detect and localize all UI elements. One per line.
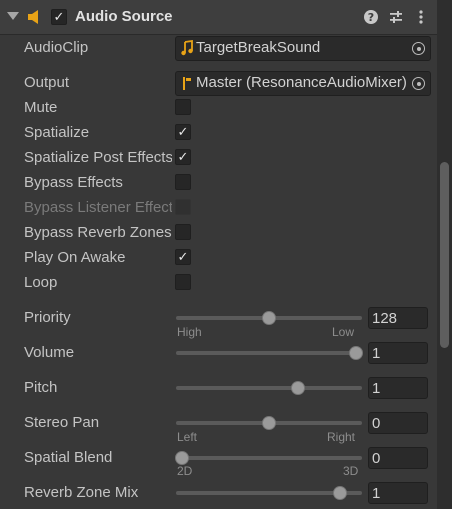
scrollbar-thumb[interactable]	[440, 162, 449, 348]
spatial-blend-slider-track[interactable]	[176, 456, 362, 460]
priority-max-label: Low	[332, 325, 355, 339]
mixer-icon	[183, 77, 191, 90]
stereo-pan-min-label: Left	[177, 430, 198, 444]
toggle-label-spatialize: Spatialize	[24, 124, 90, 141]
output-label: Output	[24, 74, 70, 91]
help-icon[interactable]: ?	[363, 9, 379, 25]
pitch-slider-track[interactable]	[176, 386, 362, 390]
spatialize-checkbox[interactable]: ✓	[175, 124, 191, 140]
bypass-effects-checkbox[interactable]	[175, 174, 191, 190]
toggle-label-spatialize-post-effects: Spatialize Post Effects	[24, 149, 172, 166]
priority-min-label: High	[177, 325, 202, 339]
mute-checkbox[interactable]	[175, 99, 191, 115]
reverb-zone-mix-slider-knob[interactable]	[333, 486, 348, 500]
object-picker-button[interactable]	[408, 72, 430, 95]
spatial-blend-min-label: 2D	[177, 464, 193, 478]
toggle-label-mute: Mute	[24, 99, 58, 116]
pitch-slider-knob[interactable]	[291, 381, 305, 395]
loop-checkbox[interactable]	[175, 274, 191, 290]
presets-icon[interactable]	[388, 9, 404, 25]
music-note-icon	[181, 40, 193, 56]
audioclip-field[interactable]: TargetBreakSound	[175, 36, 431, 61]
component-enabled-checkbox[interactable]: ✓	[51, 9, 67, 25]
spatialize-post-effects-checkbox[interactable]: ✓	[175, 149, 191, 165]
slider-label-pitch: Pitch	[24, 379, 58, 396]
audioclip-label: AudioClip	[24, 39, 89, 56]
slider-label-reverb-zone-mix: Reverb Zone Mix	[24, 484, 139, 501]
audioclip-value: TargetBreakSound	[196, 39, 321, 56]
priority-slider-knob[interactable]	[262, 311, 276, 325]
object-picker-button[interactable]	[408, 37, 430, 60]
svg-text:?: ?	[368, 11, 374, 24]
toggle-label-loop: Loop	[24, 274, 58, 291]
stereo-pan-max-label: Right	[327, 430, 356, 444]
volume-value-field[interactable]: 1	[368, 342, 428, 364]
toggle-label-bypass-reverb-zones: Bypass Reverb Zones	[24, 224, 172, 241]
foldout-arrow-icon[interactable]	[7, 12, 19, 20]
component-title: Audio Source	[75, 8, 173, 25]
bypass-reverb-zones-checkbox[interactable]	[175, 224, 191, 240]
priority-value-field[interactable]: 128	[368, 307, 428, 329]
audio-source-speaker-icon	[28, 10, 38, 24]
slider-label-priority: Priority	[24, 309, 71, 326]
toggle-label-bypass-listener-effects: Bypass Listener Effects	[24, 199, 172, 216]
output-value: Master (ResonanceAudioMixer)	[196, 74, 407, 91]
pitch-value-field[interactable]: 1	[368, 377, 428, 399]
slider-label-volume: Volume	[24, 344, 75, 361]
reverb-zone-mix-value-field[interactable]: 1	[368, 482, 428, 504]
spatial-blend-max-label: 3D	[343, 464, 359, 478]
bypass-listener-effects-checkbox	[175, 199, 191, 215]
spatial-blend-value-field[interactable]: 0	[368, 447, 428, 469]
spatial-blend-slider-knob[interactable]	[175, 451, 189, 465]
slider-label-spatial-blend: Spatial Blend	[24, 449, 113, 466]
stereo-pan-slider-knob[interactable]	[262, 416, 276, 430]
volume-slider-knob[interactable]	[349, 346, 363, 360]
play-on-awake-checkbox[interactable]: ✓	[175, 249, 191, 265]
output-field[interactable]: Master (ResonanceAudioMixer)	[175, 71, 431, 96]
stereo-pan-value-field[interactable]: 0	[368, 412, 428, 434]
toggle-label-bypass-effects: Bypass Effects	[24, 174, 123, 191]
toggle-label-play-on-awake: Play On Awake	[24, 249, 126, 266]
component-header: ✓ Audio Source ?	[0, 0, 437, 35]
slider-label-stereo-pan: Stereo Pan	[24, 414, 100, 431]
volume-slider-track[interactable]	[176, 351, 362, 355]
kebab-menu-icon[interactable]	[413, 9, 429, 25]
